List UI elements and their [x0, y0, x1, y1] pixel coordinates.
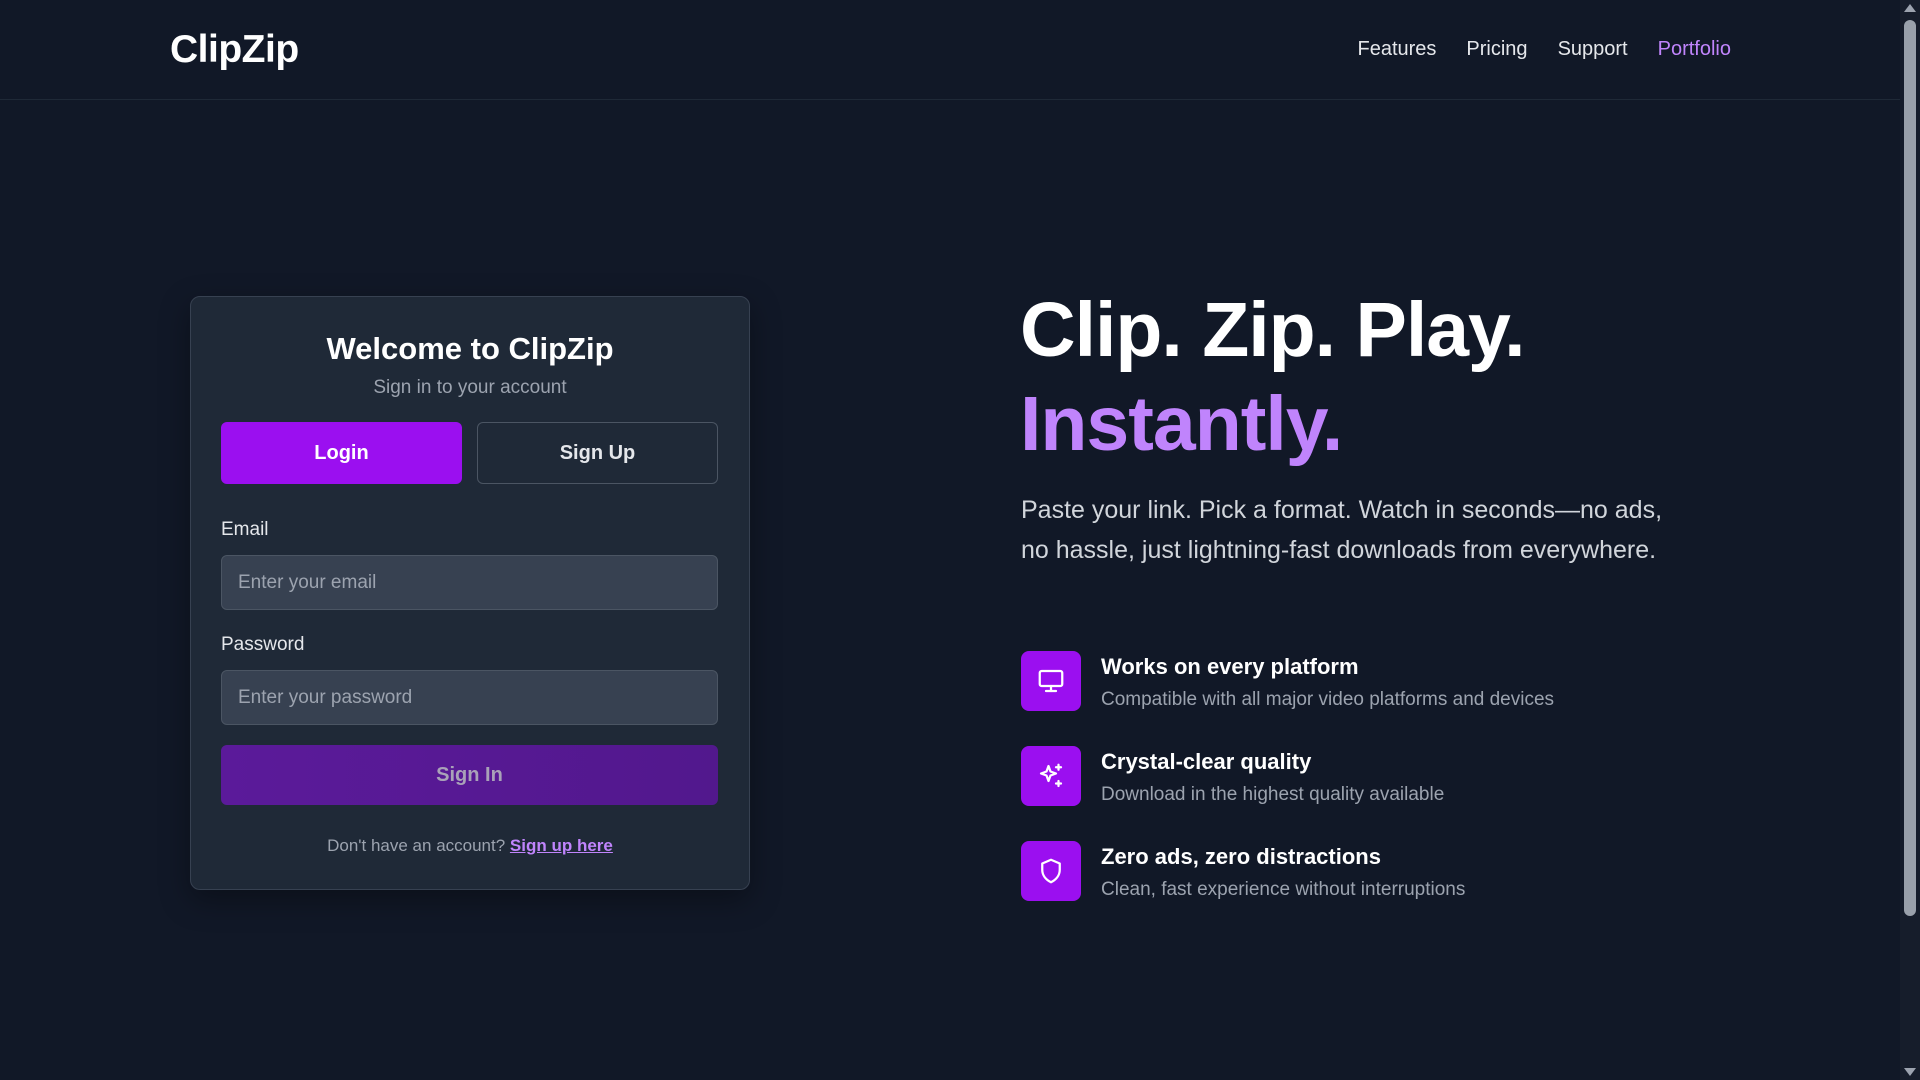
- hero-headline: Clip. Zip. Play.: [1020, 287, 1526, 373]
- password-field[interactable]: [221, 670, 718, 725]
- sign-in-button[interactable]: Sign In: [221, 745, 718, 805]
- signup-prompt-text: Don't have an account?: [327, 836, 506, 855]
- tab-login[interactable]: Login: [221, 422, 462, 484]
- feature-item: Works on every platform Compatible with …: [1021, 651, 1721, 713]
- sparkles-icon: [1021, 746, 1081, 806]
- hero-description: Paste your link. Pick a format. Watch in…: [1021, 496, 1663, 564]
- scroll-down-arrow-icon[interactable]: [1904, 1068, 1916, 1076]
- auth-card-subtitle: Sign in to your account: [373, 377, 567, 398]
- feature-item: Zero ads, zero distractions Clean, fast …: [1021, 841, 1721, 903]
- monitor-icon: [1021, 651, 1081, 711]
- nav-link-portfolio[interactable]: Portfolio: [1658, 38, 1731, 61]
- main-nav: Features Pricing Support Portfolio: [1357, 38, 1731, 61]
- tab-signup[interactable]: Sign Up: [477, 422, 718, 484]
- feature-title: Crystal-clear quality: [1101, 749, 1312, 774]
- feature-title: Zero ads, zero distractions: [1101, 844, 1381, 869]
- auth-card-title: Welcome to ClipZip: [326, 331, 614, 366]
- signup-link[interactable]: Sign up here: [510, 836, 613, 855]
- shield-icon: [1021, 841, 1081, 901]
- email-field[interactable]: [221, 555, 718, 610]
- signup-prompt: Don't have an account? Sign up here: [191, 836, 749, 856]
- nav-link-features[interactable]: Features: [1357, 38, 1436, 61]
- feature-description: Download in the highest quality availabl…: [1101, 784, 1445, 805]
- feature-description: Compatible with all major video platform…: [1101, 689, 1555, 710]
- scroll-up-arrow-icon[interactable]: [1904, 4, 1916, 12]
- feature-title: Works on every platform: [1101, 654, 1359, 679]
- email-label: Email: [221, 519, 269, 540]
- password-label: Password: [221, 634, 305, 655]
- top-navigation-bar: ClipZip Features Pricing Support Portfol…: [0, 0, 1900, 100]
- feature-description: Clean, fast experience without interrupt…: [1101, 879, 1466, 900]
- vertical-scrollbar[interactable]: [1900, 0, 1920, 1080]
- auth-card: Welcome to ClipZip Sign in to your accou…: [190, 296, 750, 890]
- nav-link-support[interactable]: Support: [1558, 38, 1628, 61]
- logo[interactable]: ClipZip: [170, 28, 299, 72]
- feature-item: Crystal-clear quality Download in the hi…: [1021, 746, 1721, 808]
- nav-link-pricing[interactable]: Pricing: [1466, 38, 1527, 61]
- hero-headline-accent: Instantly.: [1020, 381, 1343, 467]
- scrollbar-thumb[interactable]: [1904, 20, 1916, 916]
